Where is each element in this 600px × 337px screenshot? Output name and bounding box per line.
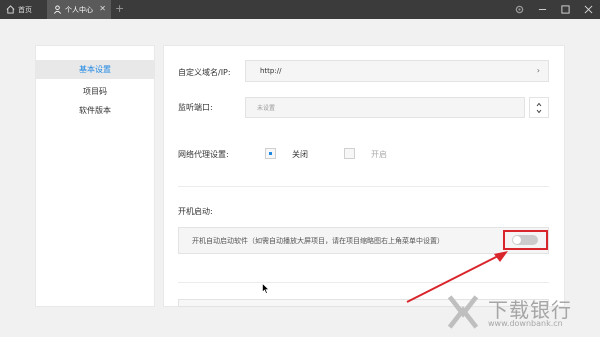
annotation-arrow: [406, 251, 508, 303]
watermark: 下载银行 www.downbank.cn: [440, 290, 600, 337]
watermark-logo-icon: [447, 295, 479, 329]
watermark-url: www.downbank.cn: [488, 319, 563, 328]
mouse-cursor-icon: [262, 283, 270, 294]
